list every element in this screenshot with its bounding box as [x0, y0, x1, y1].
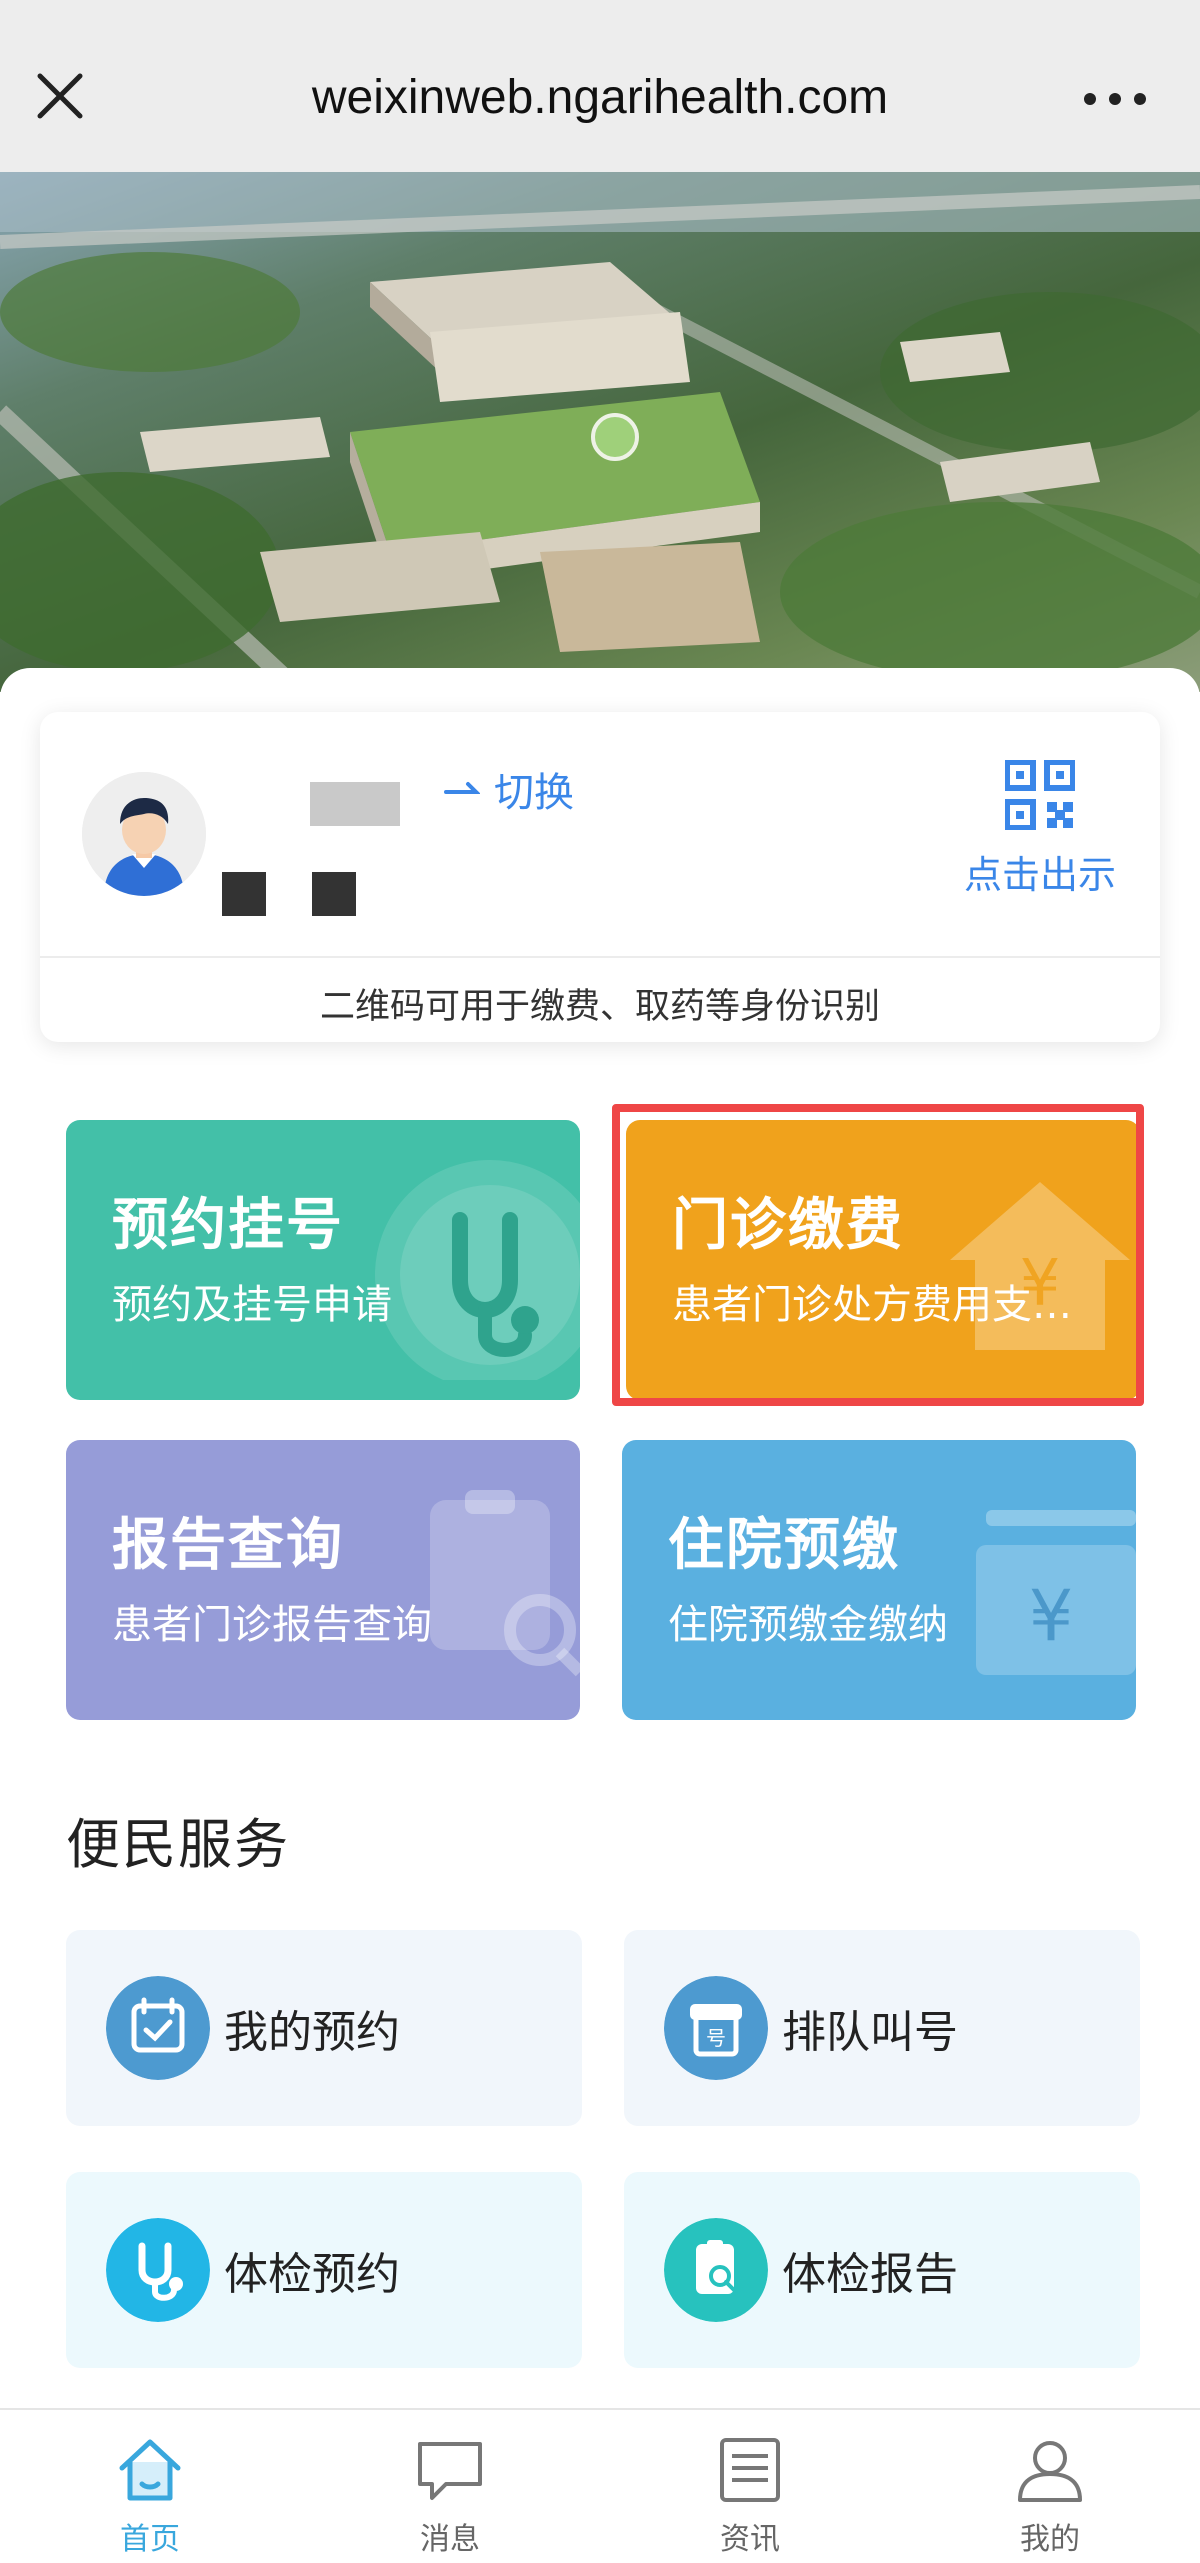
nav-profile[interactable]: 我的 [900, 2410, 1200, 2563]
page-url: weixinweb.ngarihealth.com [311, 71, 889, 124]
qr-code-icon [1005, 760, 1075, 830]
divider [40, 956, 1160, 958]
hospital-banner-image[interactable] [0, 172, 1200, 692]
tile-title: 预约挂号 [112, 1193, 344, 1258]
stethoscope-icon [375, 1160, 580, 1380]
svg-text:号: 号 [706, 2026, 726, 2050]
nav-label: 消息 [420, 2522, 480, 2557]
service-label: 我的预约 [224, 2007, 400, 2058]
queue-ticket-icon: 号 [664, 1976, 768, 2080]
qr-label: 点击出示 [963, 853, 1116, 897]
message-icon [418, 2442, 482, 2500]
avatar-icon [82, 772, 206, 896]
section-title: 便民服务 [66, 1813, 290, 1876]
patient-name-masked [310, 782, 400, 826]
show-qr-button[interactable]: 点击出示 [960, 760, 1120, 899]
tile-title: 住院预缴 [668, 1513, 900, 1578]
tile-title: 报告查询 [112, 1513, 344, 1578]
patient-info-masked [222, 872, 266, 916]
calendar-check-icon [106, 1976, 210, 2080]
tile-report-query[interactable]: 报告查询 患者门诊报告查询 [66, 1440, 580, 1720]
qr-hint-text: 二维码可用于缴费、取药等身份识别 [319, 987, 880, 1027]
service-my-appointments[interactable]: 我的预约 [66, 1930, 582, 2126]
tile-inpatient-prepayment[interactable]: 住院预缴 住院预缴金缴纳 ¥ [622, 1440, 1136, 1720]
service-queue-calling[interactable]: 号 排队叫号 [624, 1930, 1140, 2126]
nav-news[interactable]: 资讯 [600, 2410, 900, 2563]
news-icon [720, 2438, 780, 2502]
service-label: 体检报告 [782, 2249, 958, 2300]
browser-top-bar: weixinweb.ngarihealth.com [0, 0, 1200, 172]
nav-home[interactable]: 首页 [0, 2410, 300, 2563]
bottom-navigation: 首页 消息 资讯 我的 [0, 2408, 1200, 2563]
arrow-right-icon [444, 782, 480, 794]
clipboard-search-icon [430, 1490, 580, 1677]
svg-text:¥: ¥ [1029, 1575, 1074, 1657]
patient-info-masked [312, 872, 356, 916]
avatar[interactable] [82, 772, 206, 896]
yen-box-icon: ¥ [976, 1510, 1136, 1675]
selection-highlight-frame [612, 1104, 1144, 1406]
service-checkup-appointment[interactable]: 体检预约 [66, 2172, 582, 2368]
close-icon[interactable] [30, 66, 90, 126]
nav-label: 资讯 [720, 2522, 780, 2557]
service-checkup-report[interactable]: 体检报告 [624, 2172, 1140, 2368]
user-icon [1018, 2441, 1082, 2502]
service-label: 排队叫号 [782, 2007, 958, 2058]
switch-patient-button[interactable]: 切换 [444, 760, 574, 818]
switch-label: 切换 [494, 770, 574, 816]
hospital-aerial-illustration [0, 172, 1200, 692]
home-icon [119, 2439, 181, 2501]
report-search-icon [664, 2218, 768, 2322]
stethoscope-icon [106, 2218, 210, 2322]
more-icon[interactable] [1080, 84, 1150, 114]
nav-messages[interactable]: 消息 [300, 2410, 600, 2563]
tile-appointment-registration[interactable]: 预约挂号 预约及挂号申请 [66, 1120, 580, 1400]
nav-label: 首页 [120, 2522, 180, 2557]
nav-label: 我的 [1020, 2522, 1080, 2557]
service-label: 体检预约 [224, 2249, 400, 2300]
